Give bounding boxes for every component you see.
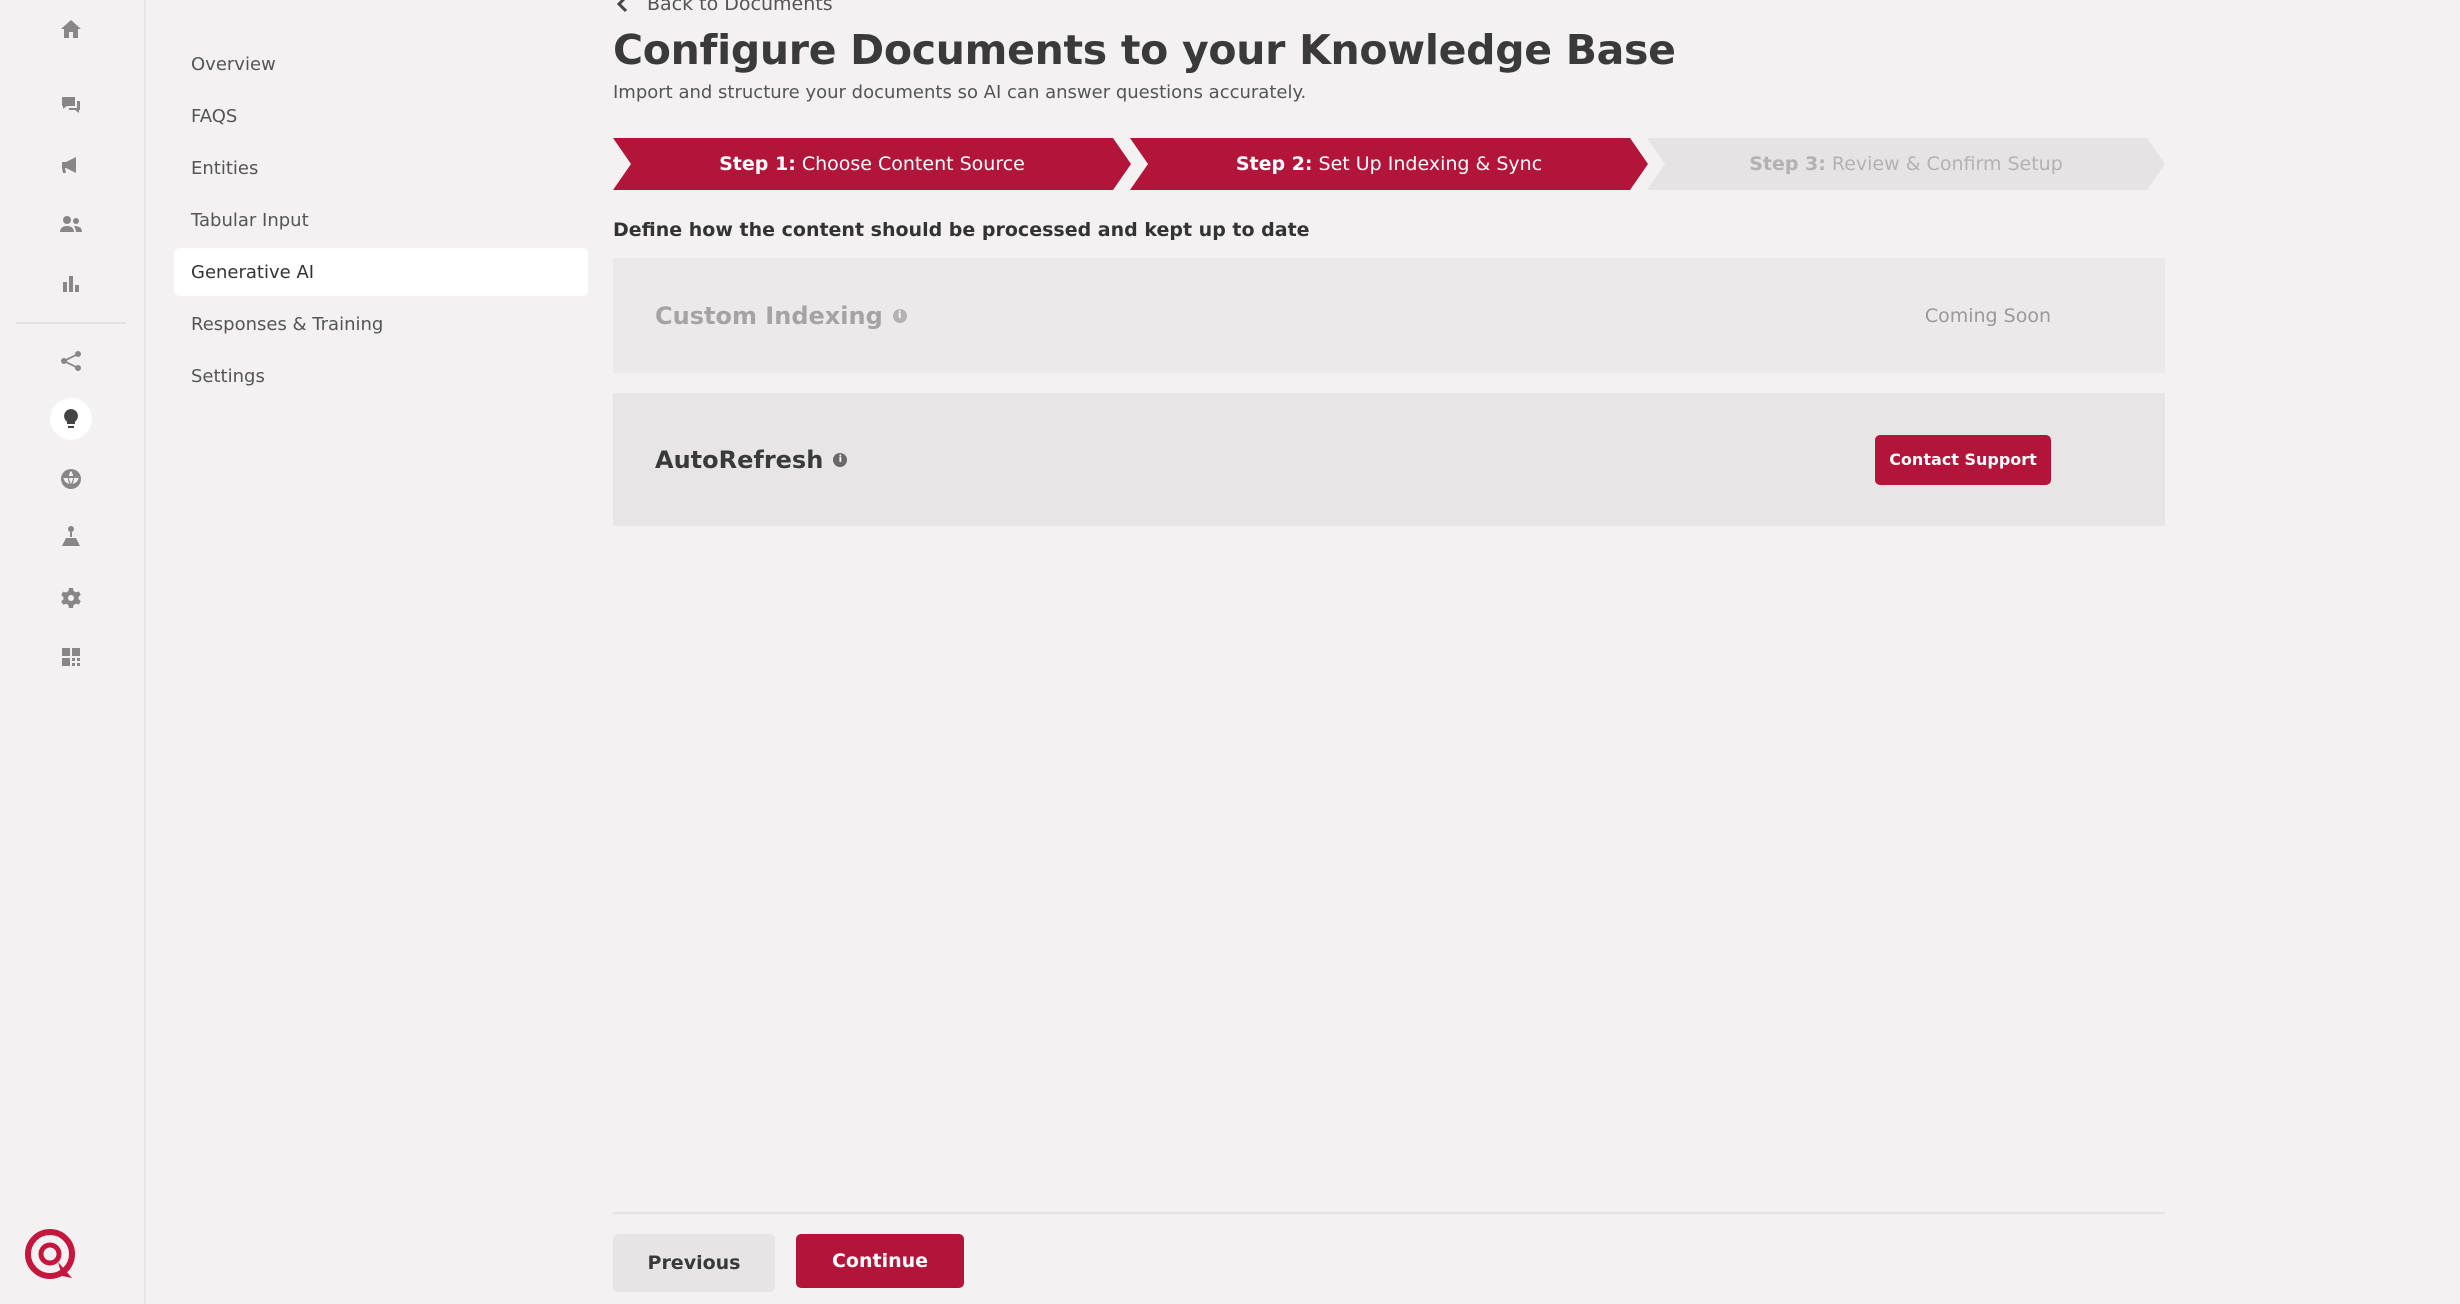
section-subnav: Overview FAQS Entities Tabular Input Gen…: [174, 40, 588, 404]
subnav-item-faqs[interactable]: FAQS: [174, 92, 588, 140]
subnav-item-generative-ai[interactable]: Generative AI: [174, 248, 588, 296]
lightbulb-icon[interactable]: [50, 398, 92, 440]
page-title: Configure Documents to your Knowledge Ba…: [613, 26, 1676, 74]
setup-stepper: Step 1: Choose Content Source Step 2: Se…: [613, 138, 2165, 190]
autorefresh-card: AutoRefresh i Contact Support: [613, 393, 2165, 526]
step-3[interactable]: Step 3: Review & Confirm Setup: [1647, 138, 2165, 190]
megaphone-icon[interactable]: [50, 144, 92, 186]
autorefresh-title: AutoRefresh: [655, 445, 824, 474]
step-1-label: Choose Content Source: [801, 153, 1025, 175]
hierarchy-icon[interactable]: [50, 516, 92, 558]
chat-icon[interactable]: [50, 84, 92, 126]
bar-chart-icon[interactable]: [50, 263, 92, 305]
custom-indexing-card: Custom Indexing i Coming Soon: [613, 258, 2165, 373]
step-1-prefix: Step 1:: [719, 153, 796, 175]
chevron-left-icon: [616, 0, 628, 13]
subnav-item-settings[interactable]: Settings: [174, 352, 588, 400]
brand-logo-icon[interactable]: [24, 1228, 78, 1282]
step-1[interactable]: Step 1: Choose Content Source: [613, 138, 1131, 190]
section-heading: Define how the content should be process…: [613, 219, 1310, 241]
step-2-prefix: Step 2:: [1235, 153, 1313, 175]
back-to-documents-link[interactable]: Back to Documents: [613, 0, 833, 16]
custom-indexing-title-wrap: Custom Indexing i: [655, 302, 907, 330]
coming-soon-status: Coming Soon: [1924, 304, 2051, 327]
info-icon[interactable]: i: [833, 452, 848, 467]
main-content: Back to Documents Configure Documents to…: [613, 0, 2165, 1304]
step-2-label: Set Up Indexing & Sync: [1318, 153, 1543, 175]
users-icon[interactable]: [50, 203, 92, 245]
subnav-item-responses-training[interactable]: Responses & Training: [174, 300, 588, 348]
contact-support-button[interactable]: Contact Support: [1875, 434, 2051, 485]
icon-rail: [0, 0, 146, 1304]
globe-icon[interactable]: [50, 458, 92, 500]
autorefresh-title-wrap: AutoRefresh i: [655, 445, 848, 474]
info-icon[interactable]: i: [892, 308, 907, 323]
back-link-label: Back to Documents: [647, 0, 833, 15]
page-subtitle: Import and structure your documents so A…: [613, 82, 1307, 103]
step-3-prefix: Step 3:: [1749, 153, 1826, 175]
share-icon[interactable]: [50, 340, 92, 382]
rail-divider: [16, 322, 126, 324]
gear-icon[interactable]: [50, 577, 92, 619]
custom-indexing-title: Custom Indexing: [655, 301, 883, 330]
step-3-label: Review & Confirm Setup: [1831, 153, 2063, 175]
subnav-item-entities[interactable]: Entities: [174, 144, 588, 192]
subnav-item-overview[interactable]: Overview: [174, 40, 588, 88]
subnav-item-tabular-input[interactable]: Tabular Input: [174, 196, 588, 244]
step-2[interactable]: Step 2: Set Up Indexing & Sync: [1130, 138, 1648, 190]
footer-divider: [613, 1212, 2165, 1214]
previous-button[interactable]: Previous: [613, 1234, 775, 1292]
home-icon[interactable]: [50, 8, 92, 50]
qr-grid-icon[interactable]: [50, 636, 92, 678]
continue-button[interactable]: Continue: [796, 1234, 964, 1288]
